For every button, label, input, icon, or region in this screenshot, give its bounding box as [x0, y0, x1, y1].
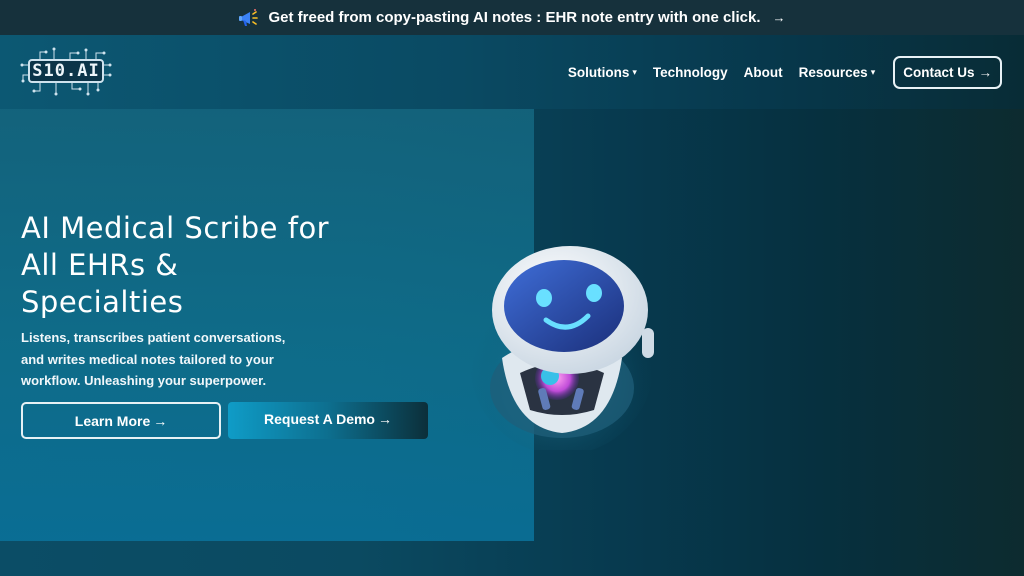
robot-mascot-icon [470, 246, 654, 450]
nav-technology[interactable]: Technology [653, 65, 728, 80]
arrow-right-icon: → [978, 64, 993, 80]
hero-subtitle-line: and writes medical notes tailored to you… [21, 351, 274, 367]
hero-subtitle: Listens, transcribes patient conversatio… [21, 327, 291, 392]
nav-label: Resources [798, 64, 868, 80]
logo[interactable]: S10.AI [20, 47, 112, 97]
main-nav: Solutions ▾ Technology About Resources ▾… [568, 55, 1002, 89]
nav-label: About [743, 64, 783, 80]
logo-text: S10.AI [28, 59, 104, 83]
hero-subtitle-line: Listens, transcribes patient conversatio… [21, 330, 286, 345]
learn-more-label: Learn More [74, 412, 151, 429]
hero-title-line: AI Medical Scribe for [21, 211, 330, 245]
nav-solutions[interactable]: Solutions ▾ [568, 65, 637, 80]
nav-label: Solutions [567, 64, 630, 80]
hero-title: AI Medical Scribe for All EHRs & Special… [21, 210, 451, 321]
request-demo-button[interactable]: Request A Demo → [228, 402, 428, 439]
arrow-right-icon: → [153, 412, 168, 429]
nav-label: Technology [652, 64, 728, 80]
hero-title-line: All EHRs & [21, 248, 179, 282]
site-header: S10.AI Solutions ▾ Technology About Reso… [0, 35, 1024, 109]
hero-subtitle-line: workflow. Unleashing your superpower. [21, 373, 267, 388]
hero-title-line: Specialties [21, 285, 184, 319]
learn-more-button[interactable]: Learn More → [21, 402, 221, 439]
nav-about[interactable]: About [744, 65, 783, 80]
contact-us-button[interactable]: Contact Us → [893, 55, 1002, 89]
request-demo-label: Request A Demo [264, 410, 375, 427]
chevron-down-icon: ▾ [870, 67, 876, 77]
megaphone-icon [238, 8, 260, 28]
hero-panel [0, 109, 534, 541]
nav-resources[interactable]: Resources ▾ [799, 65, 876, 80]
announcement-bar[interactable]: Get freed from copy-pasting AI notes : E… [0, 0, 1024, 35]
chevron-down-icon: ▾ [632, 67, 637, 77]
announcement-text: Get freed from copy-pasting AI notes : E… [268, 9, 761, 26]
contact-label: Contact Us [903, 64, 975, 80]
arrow-right-icon: → [377, 410, 392, 427]
arrow-right-icon: → [772, 10, 786, 25]
